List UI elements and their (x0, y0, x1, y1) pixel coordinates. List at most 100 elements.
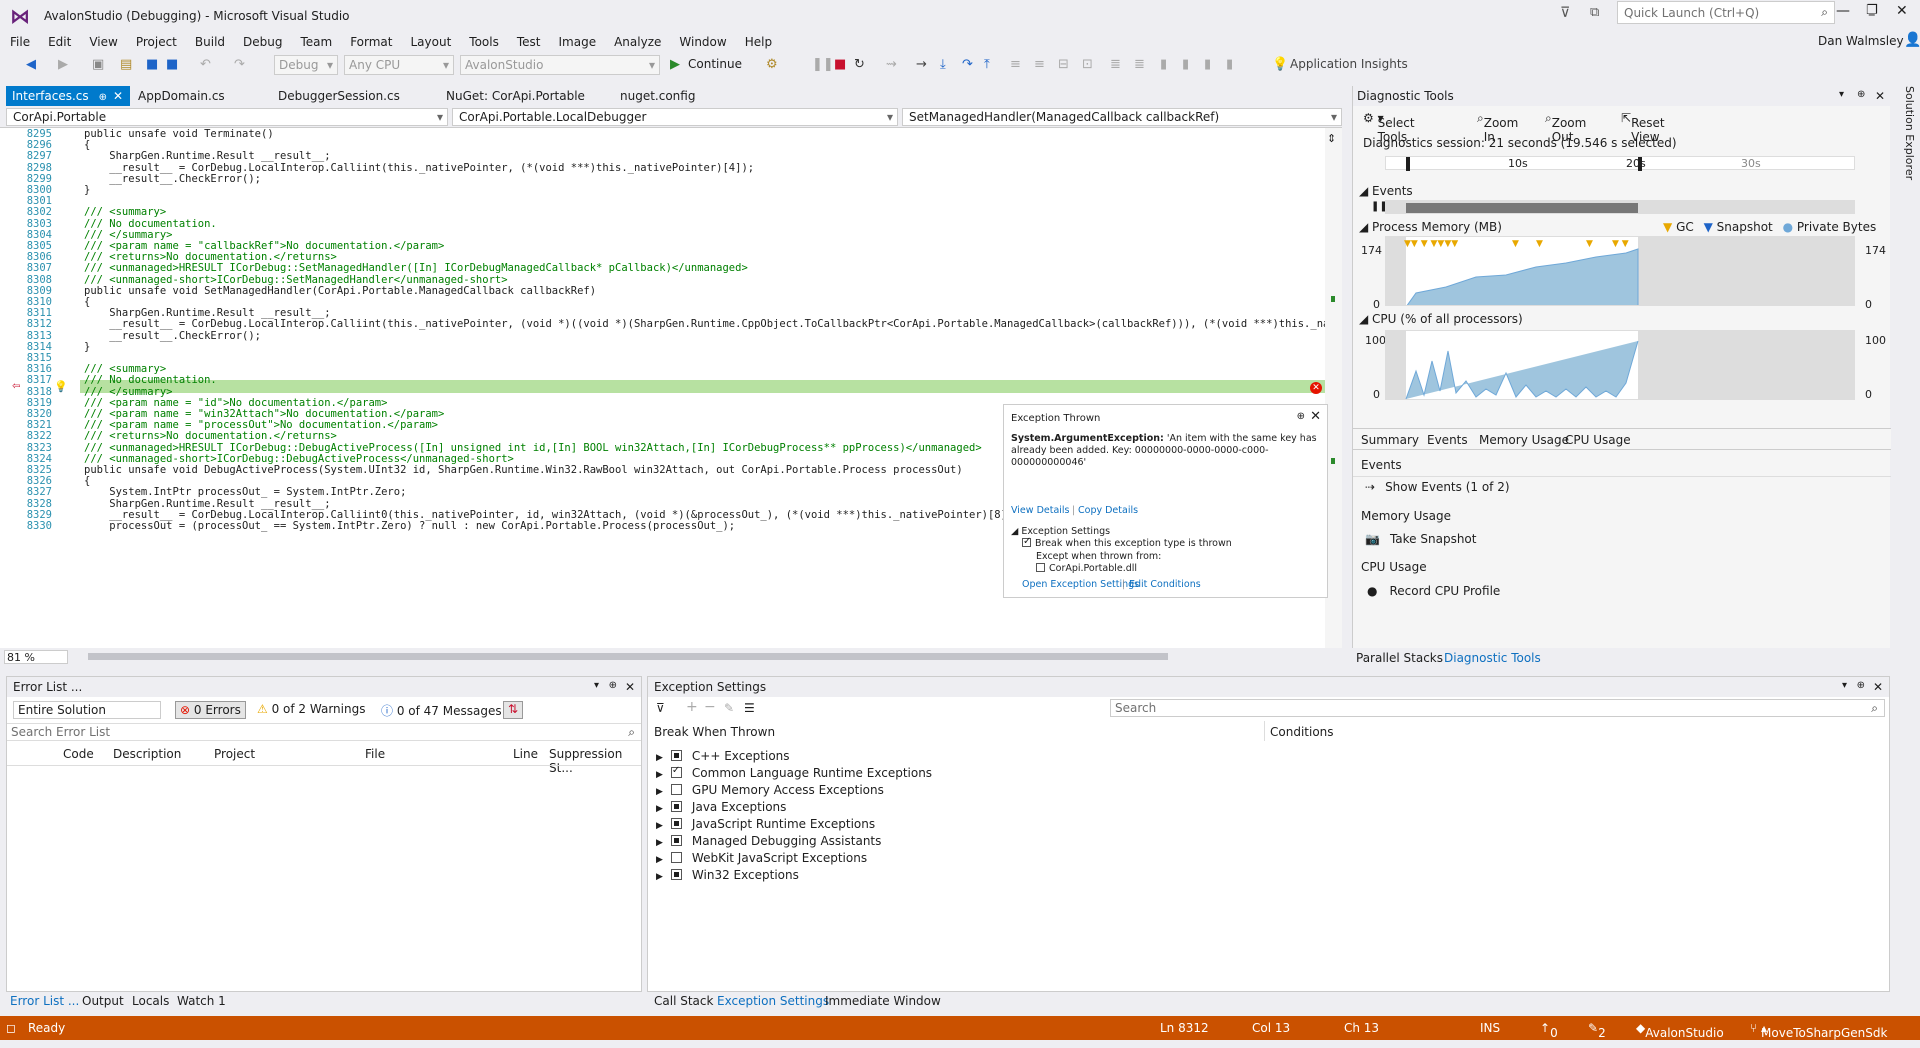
filter-icon[interactable]: ⊽ (1560, 5, 1570, 21)
code-line[interactable]: /// <returns>No documentation.</returns> (84, 430, 337, 442)
code-line[interactable]: { (84, 475, 90, 487)
column-description[interactable]: Description (113, 747, 181, 761)
code-line[interactable]: __result__ = CorDebug.LocalInterop.Calli… (84, 509, 1019, 521)
cpu-section-label[interactable]: ◢ CPU (% of all processors) (1359, 312, 1523, 326)
branch-button[interactable]: ⑂ MoveToSharpGenSdk ▴ (1750, 1021, 1887, 1040)
tab-memory-usage[interactable]: Memory Usage (1479, 433, 1569, 447)
bookmark-icon[interactable]: ▮ (1160, 57, 1167, 72)
close-icon[interactable]: ✕ (1896, 3, 1908, 19)
code-line[interactable]: /// <unmanaged>HRESULT ICorDebug::DebugA… (84, 442, 982, 454)
code-line[interactable]: System.IntPtr processOut_ = System.IntPt… (84, 486, 406, 498)
build-intellisense-filter-icon[interactable]: ⇅ (503, 701, 523, 719)
menu-view[interactable]: View (89, 35, 117, 49)
step-into-icon[interactable]: ⤓ (940, 57, 946, 72)
errors-filter-button[interactable]: ⊗ 0 Errors (175, 701, 246, 719)
popup-pin-icon[interactable]: ⊕ (1297, 411, 1305, 422)
reset-view-button[interactable]: ⇱ Reset View (1621, 111, 1665, 144)
events-section-label[interactable]: ◢ Events (1359, 184, 1413, 198)
open-file-icon[interactable]: ▤ (120, 57, 132, 72)
zoom-level-dropdown[interactable]: 81 % (4, 650, 68, 664)
new-project-icon[interactable]: ▣ (92, 57, 104, 72)
code-line[interactable]: /// <unmanaged>HRESULT ICorDebug::SetMan… (84, 262, 748, 274)
application-insights-button[interactable]: Application Insights (1290, 57, 1408, 71)
tab-output[interactable]: Output (82, 994, 124, 1008)
comment-icon[interactable]: ≣ (1110, 57, 1121, 72)
publish-up-icon[interactable]: ↑ 0 (1540, 1021, 1558, 1040)
application-insights-icon[interactable]: 💡 (1272, 57, 1288, 72)
tab-watch-1[interactable]: Watch 1 (177, 994, 226, 1008)
menu-layout[interactable]: Layout (411, 35, 452, 49)
code-line[interactable]: /// <returns>No documentation.</returns> (84, 251, 337, 263)
code-line[interactable]: public unsafe void DebugActiveProcess(Sy… (84, 464, 963, 476)
break-when-thrown-checkbox[interactable]: Break when this exception type is thrown (1022, 536, 1232, 549)
startup-project-dropdown[interactable]: AvalonStudio (460, 55, 660, 75)
stop-icon[interactable]: ■ (834, 57, 846, 72)
code-line[interactable]: /// <param name = "id">No documentation.… (84, 397, 387, 409)
next-bookmark-icon[interactable]: ▮ (1204, 57, 1211, 72)
code-line[interactable]: } (84, 341, 90, 353)
tab-immediate-window[interactable]: Immediate Window (825, 994, 941, 1008)
restore-icon[interactable]: ❐ (1866, 3, 1878, 18)
code-line[interactable]: processOut = (processOut_ == System.IntP… (84, 520, 735, 532)
scroll-thumb[interactable] (88, 653, 1168, 660)
tab-call-stack[interactable]: Call Stack (654, 994, 713, 1008)
events-lane[interactable] (1385, 200, 1855, 214)
step-arrow-icon[interactable]: → (916, 57, 927, 72)
exception-gpu[interactable]: ▶ GPU Memory Access Exceptions (656, 783, 884, 797)
copy-details-link[interactable]: Copy Details (1078, 505, 1138, 516)
user-name[interactable]: Dan Walmsley (1818, 34, 1904, 48)
user-avatar-icon[interactable]: 👤 (1904, 32, 1920, 48)
tab-interfaces-cs[interactable]: Interfaces.cs ⊕ ✕ (6, 86, 130, 106)
tab-summary[interactable]: Summary (1361, 433, 1419, 447)
selection-end-handle[interactable] (1638, 157, 1642, 171)
save-icon[interactable]: ■ (146, 57, 158, 72)
tab-parallel-stacks[interactable]: Parallel Stacks (1356, 651, 1443, 665)
code-line[interactable]: /// </summary> (84, 386, 173, 398)
column-line[interactable]: Line (513, 747, 538, 761)
exception-clr[interactable]: ▶Common Language Runtime Exceptions (656, 765, 932, 780)
select-tools-button[interactable]: ⚙ Select Tools ▾ (1363, 111, 1415, 144)
scope-dropdown[interactable]: Entire Solution (13, 701, 161, 719)
code-line[interactable]: __result__.CheckError(); (84, 330, 261, 342)
code-line[interactable]: { (84, 139, 90, 151)
dropdown-icon[interactable]: ▾ (594, 680, 599, 691)
tab-nuget-corapi[interactable]: NuGet: CorApi.Portable (440, 86, 591, 106)
feedback-icon[interactable]: ⧉ (1590, 5, 1599, 20)
exception-java[interactable]: ▶ Java Exceptions (656, 800, 786, 814)
code-line[interactable]: } (84, 184, 90, 196)
code-line[interactable]: /// <param name = "win32Attach">No docum… (84, 408, 444, 420)
tab-events[interactable]: Events (1427, 433, 1468, 447)
undo-icon[interactable]: ↶ (200, 57, 211, 72)
save-all-icon[interactable]: ■ (166, 57, 178, 72)
back-icon[interactable]: ◀ (26, 57, 36, 72)
restart-icon[interactable]: ↻ (854, 57, 865, 72)
menu-team[interactable]: Team (300, 35, 332, 49)
exception-webkit[interactable]: ▶ WebKit JavaScript Exceptions (656, 851, 867, 865)
solution-explorer-tab[interactable]: Solution Explorer (1900, 86, 1916, 226)
dropdown-icon[interactable]: ▾ (1839, 89, 1844, 100)
dropdown-icon[interactable]: ▾ (1842, 680, 1847, 691)
code-line[interactable]: __result__ = CorDebug.LocalInterop.Calli… (84, 318, 1325, 330)
code-line[interactable]: __result__ = CorDebug.LocalInterop.Calli… (84, 162, 754, 174)
close-icon[interactable]: ✕ (625, 680, 635, 694)
menu-help[interactable]: Help (745, 35, 772, 49)
exception-javascript[interactable]: ▶ JavaScript Runtime Exceptions (656, 817, 875, 831)
lightbulb-icon[interactable]: 💡 (54, 380, 68, 393)
tab-close-icon[interactable]: ✕ (113, 89, 123, 103)
restore-defaults-icon[interactable]: ☰ (744, 701, 755, 715)
menu-build[interactable]: Build (195, 35, 225, 49)
menu-test[interactable]: Test (517, 35, 541, 49)
code-line[interactable]: SharpGen.Runtime.Result __result__; (84, 307, 330, 319)
uncomment-icon[interactable]: ≣ (1134, 57, 1145, 72)
module-checkbox[interactable]: CorApi.Portable.dll (1036, 563, 1137, 574)
remove-icon[interactable]: − (704, 699, 716, 715)
redo-icon[interactable]: ↷ (234, 57, 245, 72)
take-snapshot-button[interactable]: 📷 Take Snapshot (1365, 532, 1476, 546)
menu-image[interactable]: Image (559, 35, 597, 49)
step-out-icon[interactable]: ⤒ (984, 57, 990, 72)
member-dropdown[interactable]: SetManagedHandler(ManagedCallback callba… (902, 108, 1342, 126)
edit-conditions-link[interactable]: Edit Conditions (1129, 579, 1201, 590)
zoom-in-button[interactable]: ⌕ Zoom In (1477, 111, 1518, 144)
tab-appdomain-cs[interactable]: AppDomain.cs (132, 86, 231, 106)
prev-bookmark-icon[interactable]: ▮ (1182, 57, 1189, 72)
